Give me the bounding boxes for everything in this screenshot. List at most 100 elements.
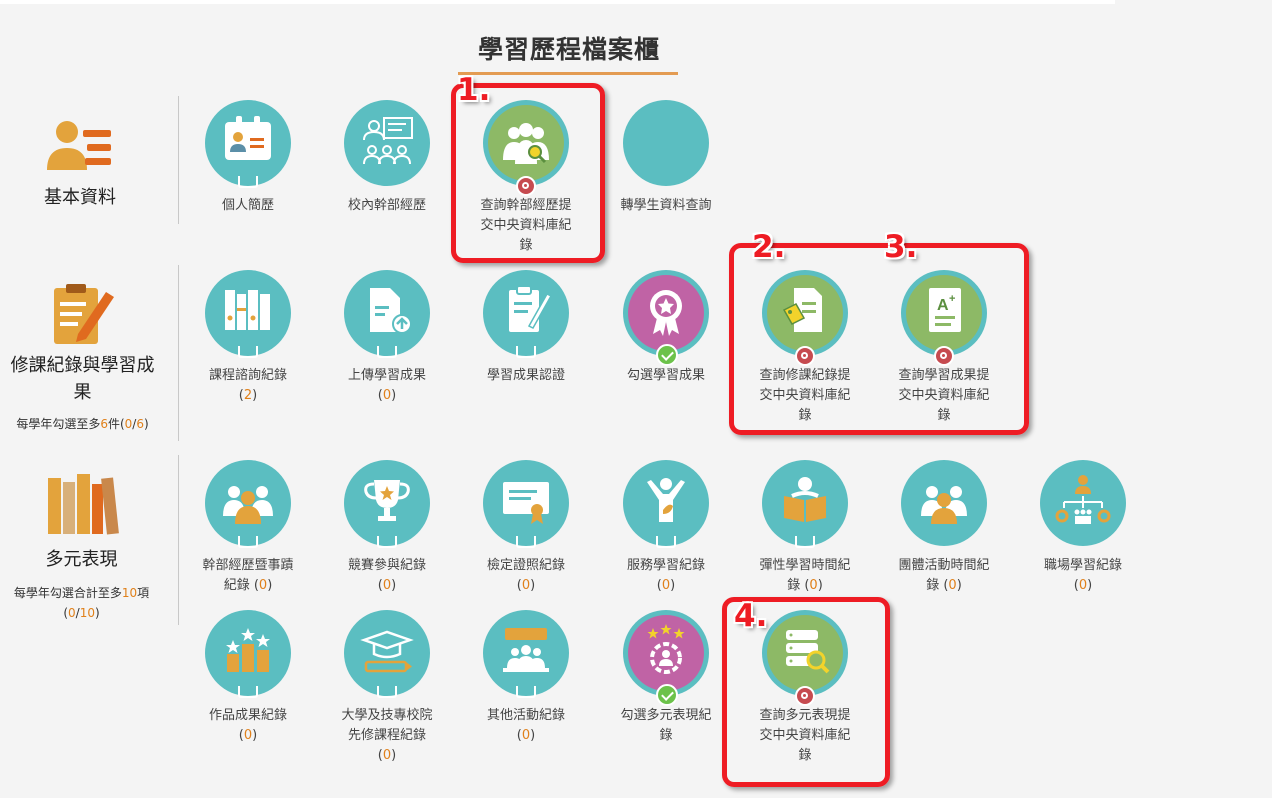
item-cadre-record[interactable]: 幹部經歷暨事蹟 紀錄 (0) (183, 460, 313, 596)
item-resume[interactable]: 個人簡歷 (183, 100, 313, 216)
item-select-result[interactable]: 勾選學習成果 (601, 270, 731, 386)
count-number: 0 (258, 578, 268, 593)
item-workplace[interactable]: 職場學習紀錄 (0) (1018, 460, 1148, 596)
item-circle (483, 610, 569, 698)
org-chart-icon (1055, 475, 1111, 524)
section-divider (178, 265, 179, 441)
annotation-marker-3: 3. (884, 229, 918, 265)
item-select-multi[interactable]: 勾選多元表現紀 錄 (601, 610, 731, 746)
item-count: (0) (238, 728, 258, 743)
stand-decor (238, 536, 258, 548)
item-cadre[interactable]: 校內幹部經歷 (322, 100, 452, 216)
item-label: 勾選學習成果 (626, 368, 705, 383)
annotation-marker-4: 4. (734, 598, 768, 634)
item-course-consult[interactable]: 課程諮詢紀錄 (2) (183, 270, 313, 406)
stand-decor (516, 346, 536, 358)
item-label: 大學及技專校院 先修課程紀錄 (322, 706, 452, 746)
item-works[interactable]: 作品成果紀錄 (0) (183, 610, 313, 746)
top-bar (0, 0, 1115, 4)
item-count: (0) (377, 578, 397, 593)
stand-decor (238, 686, 258, 698)
note-text: ) (94, 606, 100, 620)
clipboard-check-icon (509, 285, 553, 332)
item-label: 檢定證照紀錄 (486, 558, 565, 573)
count-number: 0 (521, 728, 531, 743)
count-number: 0 (809, 578, 818, 593)
item-label: 作品成果紀錄 (208, 708, 287, 723)
item-circle (483, 270, 569, 358)
label-line: 彈性學習時間紀 (759, 558, 851, 573)
stand-decor (516, 686, 536, 698)
item-upload-result[interactable]: 上傳學習成果 (0) (322, 270, 452, 406)
cheering-person-icon (647, 478, 685, 522)
item-circle (344, 610, 430, 698)
note-text: 項 (137, 586, 150, 600)
count-number: 0 (1078, 578, 1088, 593)
item-count: (0) (377, 388, 397, 403)
label-line: 錄 (787, 578, 805, 593)
books-shelf-icon (225, 290, 270, 330)
team-leader-icon (223, 486, 273, 524)
item-transfer[interactable]: 轉學生資料查詢 (601, 100, 731, 216)
item-count: (0) (516, 728, 536, 743)
item-label: 其他活動紀錄 (486, 708, 565, 723)
item-label: 上傳學習成果 (347, 368, 426, 383)
item-circle (623, 100, 709, 186)
checkmark-badge-icon (656, 344, 678, 366)
item-flex-time[interactable]: 彈性學習時間紀 錄 (0) (740, 460, 870, 596)
profile-card-icon (47, 121, 111, 170)
trophy-icon (364, 480, 410, 521)
count-number: 0 (948, 578, 957, 593)
books-icon (47, 474, 119, 535)
checkmark-badge-icon (656, 684, 678, 706)
item-count: (0) (656, 578, 676, 593)
label-line: 大學及技專校院 (341, 708, 433, 723)
upload-document-icon (370, 288, 412, 334)
category-label: 基本資料 (44, 187, 116, 208)
item-circle (901, 460, 987, 546)
category-note: 每學年勾選至多6件(0/6) (0, 414, 165, 434)
stand-decor (377, 536, 397, 548)
item-count: (0) (1073, 578, 1093, 593)
item-count: (0) (516, 578, 536, 593)
note-text: ) (143, 417, 149, 431)
item-result-cert[interactable]: 學習成果認證 (461, 270, 591, 386)
item-label: 服務學習紀錄 (626, 558, 705, 573)
note-text: 每學年勾選合計至多 (13, 586, 122, 600)
item-label: 課程諮詢紀錄 (208, 368, 287, 383)
note-number: 6 (136, 417, 144, 431)
item-label: 學習成果認證 (486, 368, 565, 383)
category-label: 修課紀錄與學習成 果 (0, 352, 165, 406)
title-underline (458, 72, 678, 75)
item-label: 職場學習紀錄 (1043, 558, 1122, 573)
stand-decor (377, 686, 397, 698)
label-line: 錄 (926, 578, 944, 593)
item-count: (2) (238, 388, 258, 403)
section-divider (178, 455, 179, 625)
count-number: 0 (243, 728, 253, 743)
label-line: 勾選多元表現紀 (620, 708, 712, 723)
note-text: 每學年勾選至多 (16, 417, 101, 431)
item-competition[interactable]: 競賽參與紀錄 (0) (322, 460, 452, 596)
certificate-icon (503, 482, 549, 524)
stand-decor (795, 536, 815, 548)
item-label: 團體活動時間紀 錄 (0) (898, 558, 990, 593)
item-label: 轉學生資料查詢 (620, 198, 712, 213)
label-line: 錄 (659, 728, 673, 743)
item-circle (623, 270, 709, 366)
section-divider (178, 96, 179, 224)
item-license[interactable]: 檢定證照紀錄 (0) (461, 460, 591, 596)
item-service[interactable]: 服務學習紀錄 (0) (601, 460, 731, 596)
item-group-time[interactable]: 團體活動時間紀 錄 (0) (879, 460, 1009, 596)
category-basic: 基本資料 (10, 118, 150, 211)
item-label: 彈性學習時間紀 錄 (0) (759, 558, 851, 593)
item-label: 校內幹部經歷 (347, 198, 426, 213)
reading-person-icon (784, 477, 826, 522)
count-number: 0 (521, 578, 531, 593)
item-label: 競賽參與紀錄 (347, 558, 426, 573)
item-circle (1040, 460, 1126, 546)
item-other-activity[interactable]: 其他活動紀錄 (0) (461, 610, 591, 746)
graduation-pencil-icon (360, 630, 414, 673)
item-label: 勾選多元表現紀 錄 (601, 706, 731, 746)
item-univ-course[interactable]: 大學及技專校院 先修課程紀錄 (0) (322, 610, 452, 766)
